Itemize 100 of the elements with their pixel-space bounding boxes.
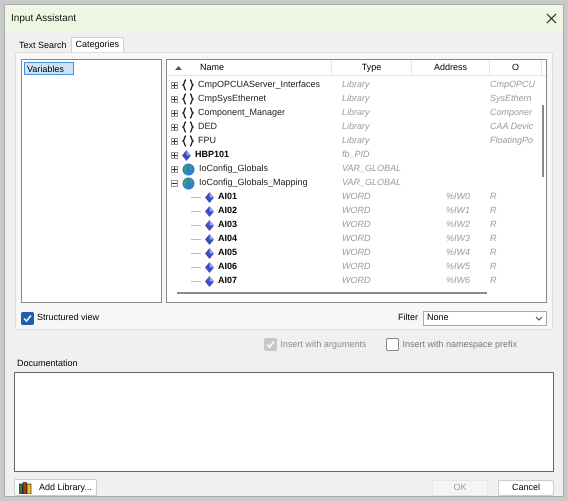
checkbox-label: Insert with namespace prefix	[402, 338, 517, 351]
checkbox-label: Insert with arguments	[280, 338, 366, 351]
braces-icon	[182, 135, 194, 147]
books-icon	[19, 482, 32, 494]
globe-icon	[182, 176, 195, 190]
diamond-icon	[205, 234, 214, 244]
address-text: %IW5	[446, 261, 470, 272]
item-name: AI03	[218, 218, 238, 232]
tree-line	[191, 252, 201, 254]
globe-icon	[182, 162, 195, 176]
tree-row[interactable]: HBP101 fb_PID	[167, 148, 546, 162]
tree-row[interactable]: FPU Library FloatingPo	[167, 134, 546, 148]
address-text: %IW0	[446, 191, 470, 202]
item-name: FPU	[198, 134, 216, 148]
expand-icon[interactable]	[171, 152, 178, 158]
expand-icon[interactable]	[171, 96, 178, 102]
tree-row[interactable]: IoConfig_Globals_Mapping VAR_GLOBAL	[167, 176, 546, 190]
origin-text: R	[490, 191, 496, 202]
expand-icon[interactable]	[171, 82, 178, 88]
address-text: %IW6	[446, 275, 470, 286]
origin-text: R	[490, 247, 496, 258]
type-text: WORD	[342, 233, 370, 244]
type-text: Library	[342, 93, 370, 104]
item-name: HBP101	[195, 148, 230, 162]
origin-text: R	[490, 219, 496, 230]
type-text: WORD	[342, 191, 370, 202]
chevron-down-icon	[535, 316, 543, 321]
header-text: Name	[199, 60, 224, 74]
type-text: VAR_GLOBAL	[342, 163, 402, 174]
column-header[interactable]: Type	[332, 60, 412, 75]
diamond-icon	[205, 248, 214, 258]
window-title: Input Assistant	[11, 12, 76, 26]
column-header[interactable]: Name	[167, 60, 332, 75]
diamond-icon	[182, 150, 191, 160]
column-header[interactable]: Address	[412, 60, 490, 75]
item-name: IoConfig_Globals_Mapping	[199, 176, 308, 190]
origin-text: CmpOPCU	[490, 79, 536, 90]
tree-row[interactable]: DED Library CAA Devic	[167, 120, 546, 134]
collapse-icon[interactable]	[171, 180, 178, 186]
tree-row[interactable]: AI01 WORD %IW0 R	[167, 190, 546, 204]
add-library-button[interactable]: Add Library...	[14, 479, 97, 496]
origin-text: R	[490, 261, 496, 272]
tree-line	[191, 280, 201, 282]
address-text: %IW2	[446, 219, 470, 230]
documentation-box[interactable]	[14, 372, 554, 472]
tab[interactable]: Text Search	[15, 39, 71, 52]
tree-row[interactable]: AI05 WORD %IW4 R	[167, 246, 546, 260]
tree-row[interactable]: CmpOPCUAServer_Interfaces Library CmpOPCU	[167, 78, 546, 92]
item-name: AI06	[218, 260, 238, 274]
close-icon[interactable]	[546, 12, 557, 24]
tree-row[interactable]: AI04 WORD %IW3 R	[167, 232, 546, 246]
type-text: WORD	[342, 247, 370, 258]
origin-text: FloatingPo	[490, 135, 534, 146]
section-label: Documentation	[17, 356, 79, 370]
tab[interactable]: Categories	[70, 37, 124, 52]
type-text: Library	[342, 135, 370, 146]
checkbox[interactable]	[21, 312, 34, 325]
tree-row[interactable]: CmpSysEthernet Library SysEthern	[167, 92, 546, 106]
diamond-icon	[205, 262, 214, 272]
type-text: WORD	[342, 261, 370, 272]
column-header[interactable]: O	[490, 60, 542, 75]
origin-text: R	[490, 275, 496, 286]
vertical-scrollbar[interactable]	[542, 105, 544, 177]
tree-row[interactable]: AI07 WORD %IW6 R	[167, 274, 546, 288]
tree-line	[191, 210, 201, 212]
sort-icon	[175, 66, 182, 70]
cancel-button[interactable]: Cancel	[498, 480, 554, 496]
expand-icon[interactable]	[171, 124, 178, 130]
item-name: AI02	[218, 204, 238, 218]
checkbox[interactable]	[386, 338, 400, 352]
tree-line	[191, 224, 201, 226]
item-name: AI07	[218, 274, 238, 288]
type-text: Library	[342, 79, 370, 90]
expand-icon[interactable]	[171, 110, 178, 116]
tree-row[interactable]: AI03 WORD %IW2 R	[167, 218, 546, 232]
type-text: WORD	[342, 205, 370, 216]
tree-row[interactable]: IoConfig_Globals VAR_GLOBAL	[167, 162, 546, 176]
tree-row[interactable]: AI02 WORD %IW1 R	[167, 204, 546, 218]
address-text: %IW3	[446, 233, 470, 244]
item-name: AI01	[218, 190, 238, 204]
item-name: AI04	[218, 232, 238, 246]
item-name: Component_Manager	[198, 106, 286, 120]
category-item[interactable]: Variables	[24, 62, 74, 75]
tree-row[interactable]: Component_Manager Library Componer	[167, 106, 546, 120]
item-name: IoConfig_Globals	[199, 162, 268, 176]
tree-line	[191, 266, 201, 268]
origin-text: R	[490, 205, 496, 216]
diamond-icon	[205, 220, 214, 230]
expand-icon[interactable]	[171, 166, 178, 172]
item-name: CmpOPCUAServer_Interfaces	[198, 78, 320, 92]
expand-icon[interactable]	[171, 138, 178, 144]
origin-text: Componer	[490, 107, 532, 118]
tree-line	[191, 238, 201, 240]
type-text: WORD	[342, 219, 370, 230]
braces-icon	[182, 79, 194, 91]
tree-row[interactable]: AI06 WORD %IW5 R	[167, 260, 546, 274]
filter-dropdown[interactable]: None	[423, 310, 547, 326]
horizontal-scrollbar[interactable]	[177, 292, 487, 294]
origin-text: R	[490, 233, 496, 244]
address-text: %IW1	[446, 205, 470, 216]
